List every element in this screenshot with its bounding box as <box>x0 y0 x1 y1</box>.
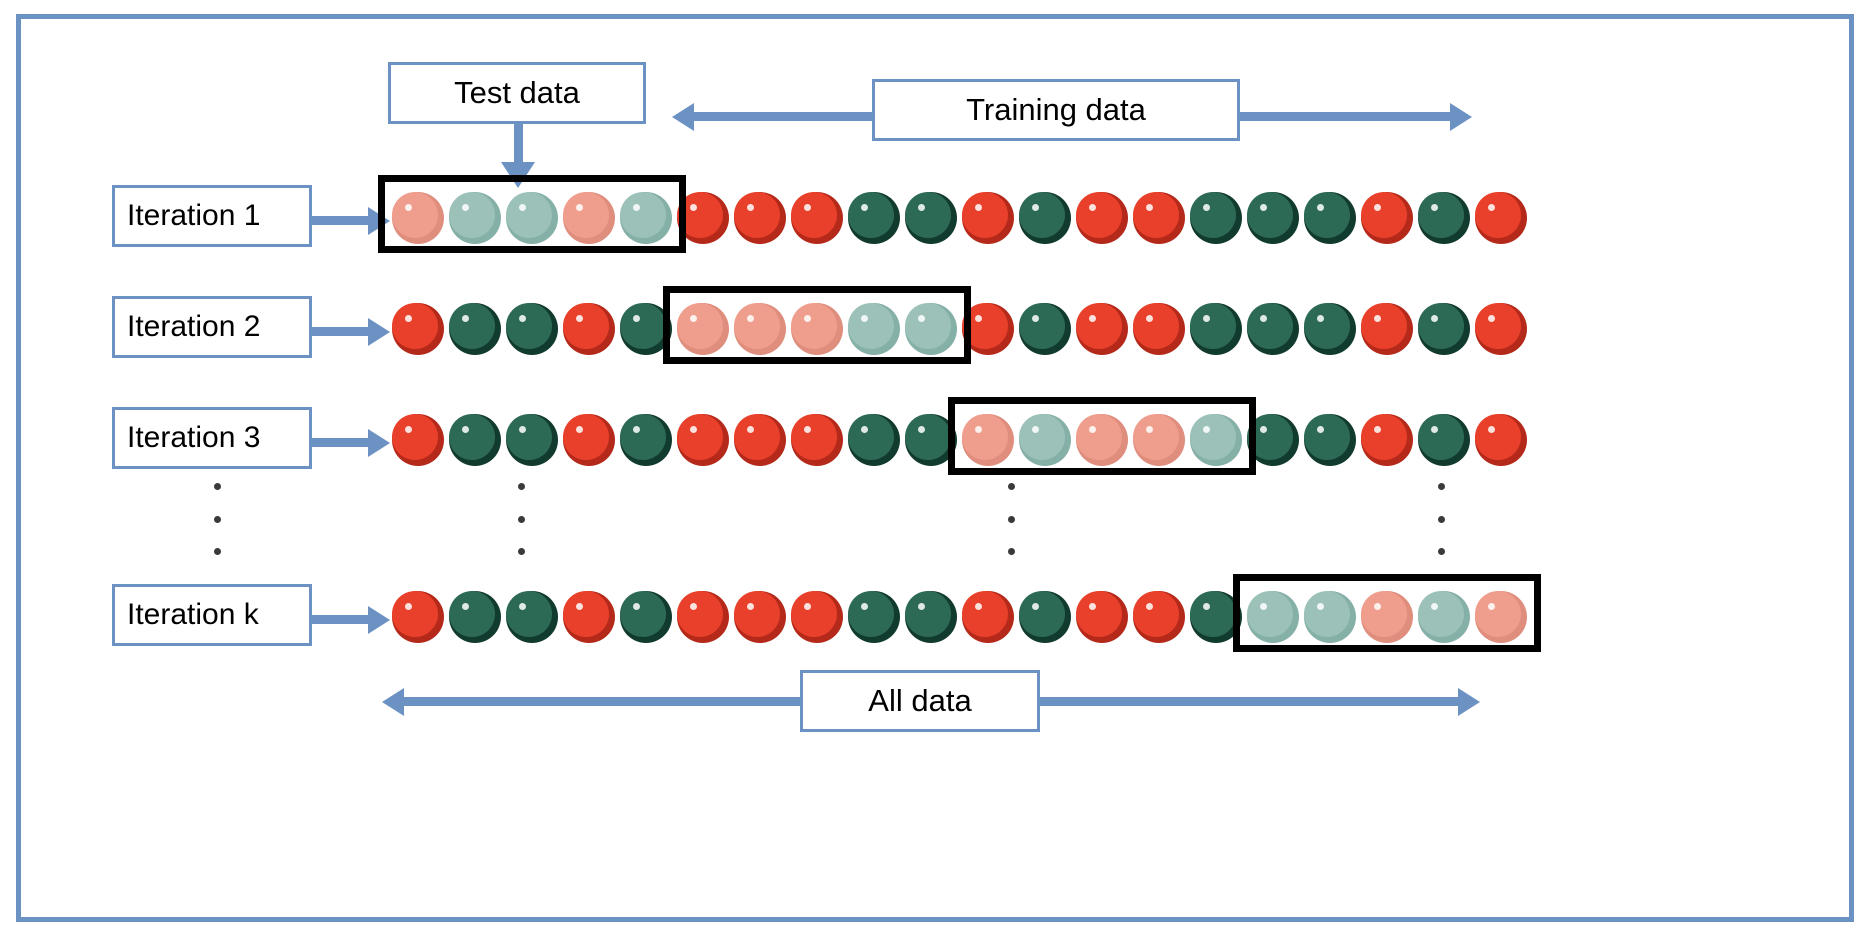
sample-circle <box>506 414 558 466</box>
iteration-label-box-2: Iteration 2 <box>112 296 312 358</box>
sample-circle <box>734 591 786 643</box>
sample-circle <box>392 303 444 355</box>
sample-circle <box>1019 303 1071 355</box>
sample-circle <box>1247 192 1299 244</box>
sample-circle <box>1076 192 1128 244</box>
sample-circle <box>848 192 900 244</box>
sample-circle <box>734 414 786 466</box>
sample-circle <box>392 414 444 466</box>
diagram-root: Test data Training data Iteration 1 Itera… <box>0 0 1870 942</box>
sample-circle <box>677 414 729 466</box>
sample-circle <box>1076 303 1128 355</box>
sample-circle <box>677 591 729 643</box>
sample-circle <box>905 591 957 643</box>
sample-circle <box>1190 303 1242 355</box>
iteration-label-box-4: Iteration k <box>112 584 312 646</box>
test-fold-highlight-1 <box>378 175 686 253</box>
ellipsis-dots-4 <box>1438 483 1445 555</box>
iteration-label: Iteration 3 <box>127 421 261 454</box>
sample-circle <box>1304 414 1356 466</box>
sample-circle <box>962 591 1014 643</box>
iteration-arrow-3 <box>312 429 390 457</box>
sample-circle <box>449 414 501 466</box>
sample-circle <box>1247 303 1299 355</box>
training-data-label: Training data <box>966 92 1146 127</box>
sample-circle <box>1361 414 1413 466</box>
sample-circle <box>734 192 786 244</box>
sample-circle <box>1133 303 1185 355</box>
iteration-label: Iteration k <box>127 598 259 631</box>
sample-circle <box>1304 303 1356 355</box>
sample-circle <box>1076 591 1128 643</box>
sample-circle <box>1019 591 1071 643</box>
all-data-label-box: All data <box>800 670 1040 732</box>
sample-circle <box>563 414 615 466</box>
sample-circle <box>1475 303 1527 355</box>
sample-circle <box>848 414 900 466</box>
sample-circle <box>1304 192 1356 244</box>
sample-circle <box>1019 192 1071 244</box>
sample-circle <box>1361 303 1413 355</box>
iteration-arrow-4 <box>312 606 390 634</box>
sample-circle <box>1418 414 1470 466</box>
sample-circle <box>620 414 672 466</box>
sample-circle <box>1361 192 1413 244</box>
sample-circle <box>1475 192 1527 244</box>
all-data-label: All data <box>868 683 972 718</box>
test-data-label-box: Test data <box>388 62 646 124</box>
iteration-label: Iteration 1 <box>127 199 261 232</box>
sample-circle <box>1133 591 1185 643</box>
sample-circle <box>506 591 558 643</box>
sample-circle <box>1418 192 1470 244</box>
test-fold-highlight-3 <box>948 397 1256 475</box>
sample-circle <box>392 591 444 643</box>
sample-circle <box>1475 414 1527 466</box>
sample-circle <box>1133 192 1185 244</box>
sample-circle <box>791 414 843 466</box>
sample-circle <box>449 591 501 643</box>
iteration-label: Iteration 2 <box>127 310 261 343</box>
iteration-label-box-1: Iteration 1 <box>112 185 312 247</box>
sample-circle <box>848 591 900 643</box>
sample-circle <box>1418 303 1470 355</box>
sample-circle <box>905 192 957 244</box>
sample-circle <box>563 591 615 643</box>
iteration-label-box-3: Iteration 3 <box>112 407 312 469</box>
sample-circle <box>791 591 843 643</box>
sample-circle <box>1190 192 1242 244</box>
sample-circle <box>791 192 843 244</box>
test-fold-highlight-4 <box>1233 574 1541 652</box>
sample-circle <box>449 303 501 355</box>
training-data-label-box: Training data <box>872 79 1240 141</box>
ellipsis-dots-2 <box>518 483 525 555</box>
iteration-arrow-2 <box>312 318 390 346</box>
test-data-label: Test data <box>454 75 580 110</box>
sample-circle <box>620 591 672 643</box>
sample-circle <box>962 192 1014 244</box>
sample-circle <box>563 303 615 355</box>
ellipsis-dots-3 <box>1008 483 1015 555</box>
test-fold-highlight-2 <box>663 286 971 364</box>
ellipsis-dots-1 <box>214 483 221 555</box>
sample-circle <box>506 303 558 355</box>
